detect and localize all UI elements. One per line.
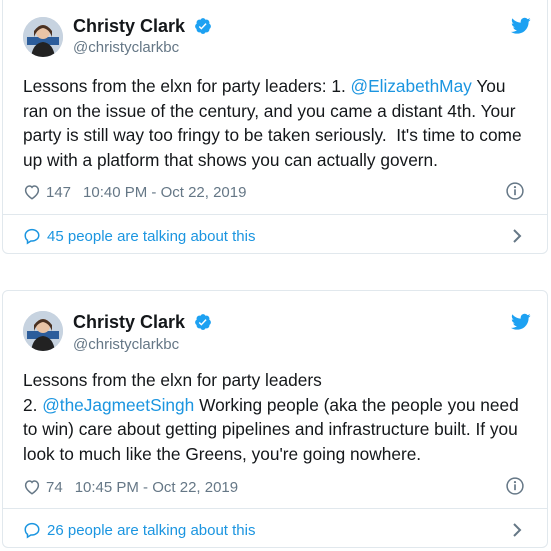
heart-icon[interactable] (23, 478, 41, 496)
info-icon[interactable] (505, 181, 525, 201)
avatar[interactable] (23, 17, 63, 57)
timestamp-link[interactable]: 10:40 PM - Oct 22, 2019 (83, 184, 246, 201)
speech-bubble-icon (23, 521, 41, 539)
tweet-meta: 74 10:45 PM - Oct 22, 2019 (23, 476, 238, 498)
tweet-text-start: Lessons from the elxn for party leaders:… (23, 76, 351, 96)
conversation-link[interactable]: 26 people are talking about this (23, 519, 255, 541)
author-handle[interactable]: @christyclarkbc (73, 336, 179, 353)
tweet-card: Christy Clark @christyclarkbc Lessons fr… (2, 290, 548, 548)
author-name-text[interactable]: Christy Clark (73, 16, 185, 36)
conversation-count[interactable]: 45 people are talking about this (47, 228, 255, 245)
tweet-text: Lessons from the elxn for party leaders … (23, 368, 533, 466)
like-count[interactable]: 74 (46, 479, 63, 496)
chevron-right-icon[interactable] (511, 521, 523, 539)
conversation-link[interactable]: 45 people are talking about this (23, 225, 255, 247)
tweet-meta: 147 10:40 PM - Oct 22, 2019 (23, 181, 246, 203)
tweet-card: Christy Clark @christyclarkbc Lessons fr… (2, 0, 548, 254)
divider (3, 508, 547, 509)
author-name[interactable]: Christy Clark (73, 16, 212, 40)
like-count[interactable]: 147 (46, 184, 71, 201)
twitter-bird-icon[interactable] (511, 17, 531, 35)
mention-link[interactable]: @ElizabethMay (351, 76, 472, 96)
author-name[interactable]: Christy Clark (73, 312, 212, 336)
author-name-text[interactable]: Christy Clark (73, 312, 185, 332)
tweet-text: Lessons from the elxn for party leaders:… (23, 74, 533, 172)
timestamp-link[interactable]: 10:45 PM - Oct 22, 2019 (75, 479, 238, 496)
verified-badge-icon (194, 313, 212, 336)
conversation-count[interactable]: 26 people are talking about this (47, 522, 255, 539)
heart-icon[interactable] (23, 183, 41, 201)
chevron-right-icon[interactable] (511, 227, 523, 245)
mention-link[interactable]: @theJagmeetSingh (42, 395, 194, 415)
avatar[interactable] (23, 311, 63, 351)
info-icon[interactable] (505, 476, 525, 496)
twitter-bird-icon[interactable] (511, 313, 531, 331)
verified-badge-icon (194, 17, 212, 40)
author-handle[interactable]: @christyclarkbc (73, 39, 179, 56)
speech-bubble-icon (23, 227, 41, 245)
divider (3, 214, 547, 215)
